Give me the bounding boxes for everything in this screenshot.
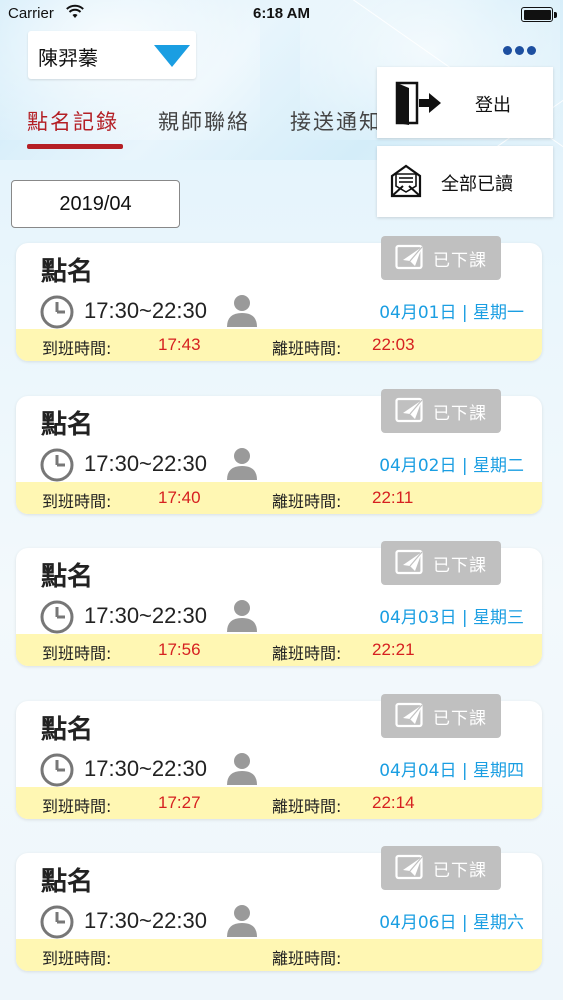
class-time-range: 17:30~22:30: [84, 603, 207, 628]
paper-plane-icon: [395, 244, 425, 272]
class-time-range: 17:30~22:30: [84, 908, 207, 933]
leave-label: 離班時間:: [272, 949, 342, 968]
card-title: 點名: [41, 410, 94, 440]
clock-icon: [40, 753, 74, 787]
mark-all-read-menu-item[interactable]: 全部已讀: [377, 146, 553, 217]
class-time-range: 17:30~22:30: [84, 451, 207, 476]
dismissed-badge: 已下課: [381, 694, 501, 738]
dismissed-label: 已下課: [433, 709, 487, 729]
record-date: 04月02日 | 星期二: [379, 456, 524, 476]
arrive-label: 到班時間:: [42, 797, 112, 816]
logout-label: 登出: [475, 95, 511, 116]
leave-label: 離班時間:: [272, 644, 342, 663]
dismissed-badge: 已下課: [381, 541, 501, 585]
leave-label: 離班時間:: [272, 797, 342, 816]
leave-time: 22:11: [372, 488, 414, 507]
checkin-strip: 到班時間: 17:27 離班時間: 22:14: [16, 787, 542, 819]
record-date: 04月01日 | 星期一: [379, 303, 524, 323]
leave-label: 離班時間:: [272, 339, 342, 358]
clock-icon: [40, 905, 74, 939]
status-bar: Carrier 6:18 AM: [0, 0, 563, 30]
paper-plane-icon: [395, 397, 425, 425]
leave-time: 22:03: [372, 335, 415, 354]
dismissed-label: 已下課: [433, 556, 487, 576]
clock-icon: [40, 448, 74, 482]
tab-parent-teacher[interactable]: 親師聯絡: [158, 106, 250, 136]
mark-all-read-label: 全部已讀: [441, 174, 513, 195]
tab-attendance[interactable]: 點名記錄: [27, 106, 119, 136]
arrive-label: 到班時間:: [42, 492, 112, 511]
dropdown-arrow-icon: [154, 45, 190, 67]
tab-pickup-notice[interactable]: 接送通知: [290, 106, 382, 136]
person-icon: [226, 293, 258, 327]
dismissed-badge: 已下課: [381, 236, 501, 280]
arrive-time: 17:56: [158, 640, 201, 659]
card-title: 點名: [41, 867, 94, 897]
logout-menu-item[interactable]: 登出: [377, 67, 553, 138]
person-icon: [226, 903, 258, 937]
battery-icon: [521, 7, 557, 22]
options-menu: 登出 全部已讀: [377, 67, 553, 217]
clock-time: 6:18 AM: [253, 5, 310, 22]
class-time-range: 17:30~22:30: [84, 756, 207, 781]
checkin-strip: 到班時間: 17:56 離班時間: 22:21: [16, 634, 542, 666]
dismissed-label: 已下課: [433, 251, 487, 271]
arrive-label: 到班時間:: [42, 949, 112, 968]
card-title: 點名: [41, 715, 94, 745]
person-icon: [226, 751, 258, 785]
dismissed-badge: 已下課: [381, 846, 501, 890]
dismissed-label: 已下課: [433, 861, 487, 881]
clock-icon: [40, 600, 74, 634]
checkin-strip: 到班時間: 17:40 離班時間: 22:11: [16, 482, 542, 514]
student-name: 陳羿蓁: [38, 46, 98, 70]
record-date: 04月04日 | 星期四: [379, 761, 524, 781]
checkin-strip: 到班時間: 離班時間:: [16, 939, 542, 971]
paper-plane-icon: [395, 702, 425, 730]
arrive-label: 到班時間:: [42, 644, 112, 663]
student-selector[interactable]: 陳羿蓁: [28, 31, 196, 79]
arrive-time: 17:27: [158, 793, 201, 812]
paper-plane-icon: [395, 549, 425, 577]
arrive-time: 17:43: [158, 335, 201, 354]
arrive-label: 到班時間:: [42, 339, 112, 358]
paper-plane-icon: [395, 854, 425, 882]
leave-time: 22:14: [372, 793, 415, 812]
card-title: 點名: [41, 257, 94, 287]
arrive-time: 17:40: [158, 488, 201, 507]
month-selector[interactable]: 2019/04: [11, 180, 180, 228]
leave-time: 22:21: [372, 640, 415, 659]
logout-icon: [395, 81, 441, 125]
leave-label: 離班時間:: [272, 492, 342, 511]
card-title: 點名: [41, 562, 94, 592]
envelope-icon: [390, 164, 422, 198]
person-icon: [226, 446, 258, 480]
clock-icon: [40, 295, 74, 329]
person-icon: [226, 598, 258, 632]
more-options-icon[interactable]: [500, 44, 540, 60]
class-time-range: 17:30~22:30: [84, 298, 207, 323]
dismissed-label: 已下課: [433, 404, 487, 424]
active-tab-indicator: [27, 144, 123, 149]
record-date: 04月03日 | 星期三: [379, 608, 524, 628]
checkin-strip: 到班時間: 17:43 離班時間: 22:03: [16, 329, 542, 361]
dismissed-badge: 已下課: [381, 389, 501, 433]
record-date: 04月06日 | 星期六: [379, 913, 524, 933]
